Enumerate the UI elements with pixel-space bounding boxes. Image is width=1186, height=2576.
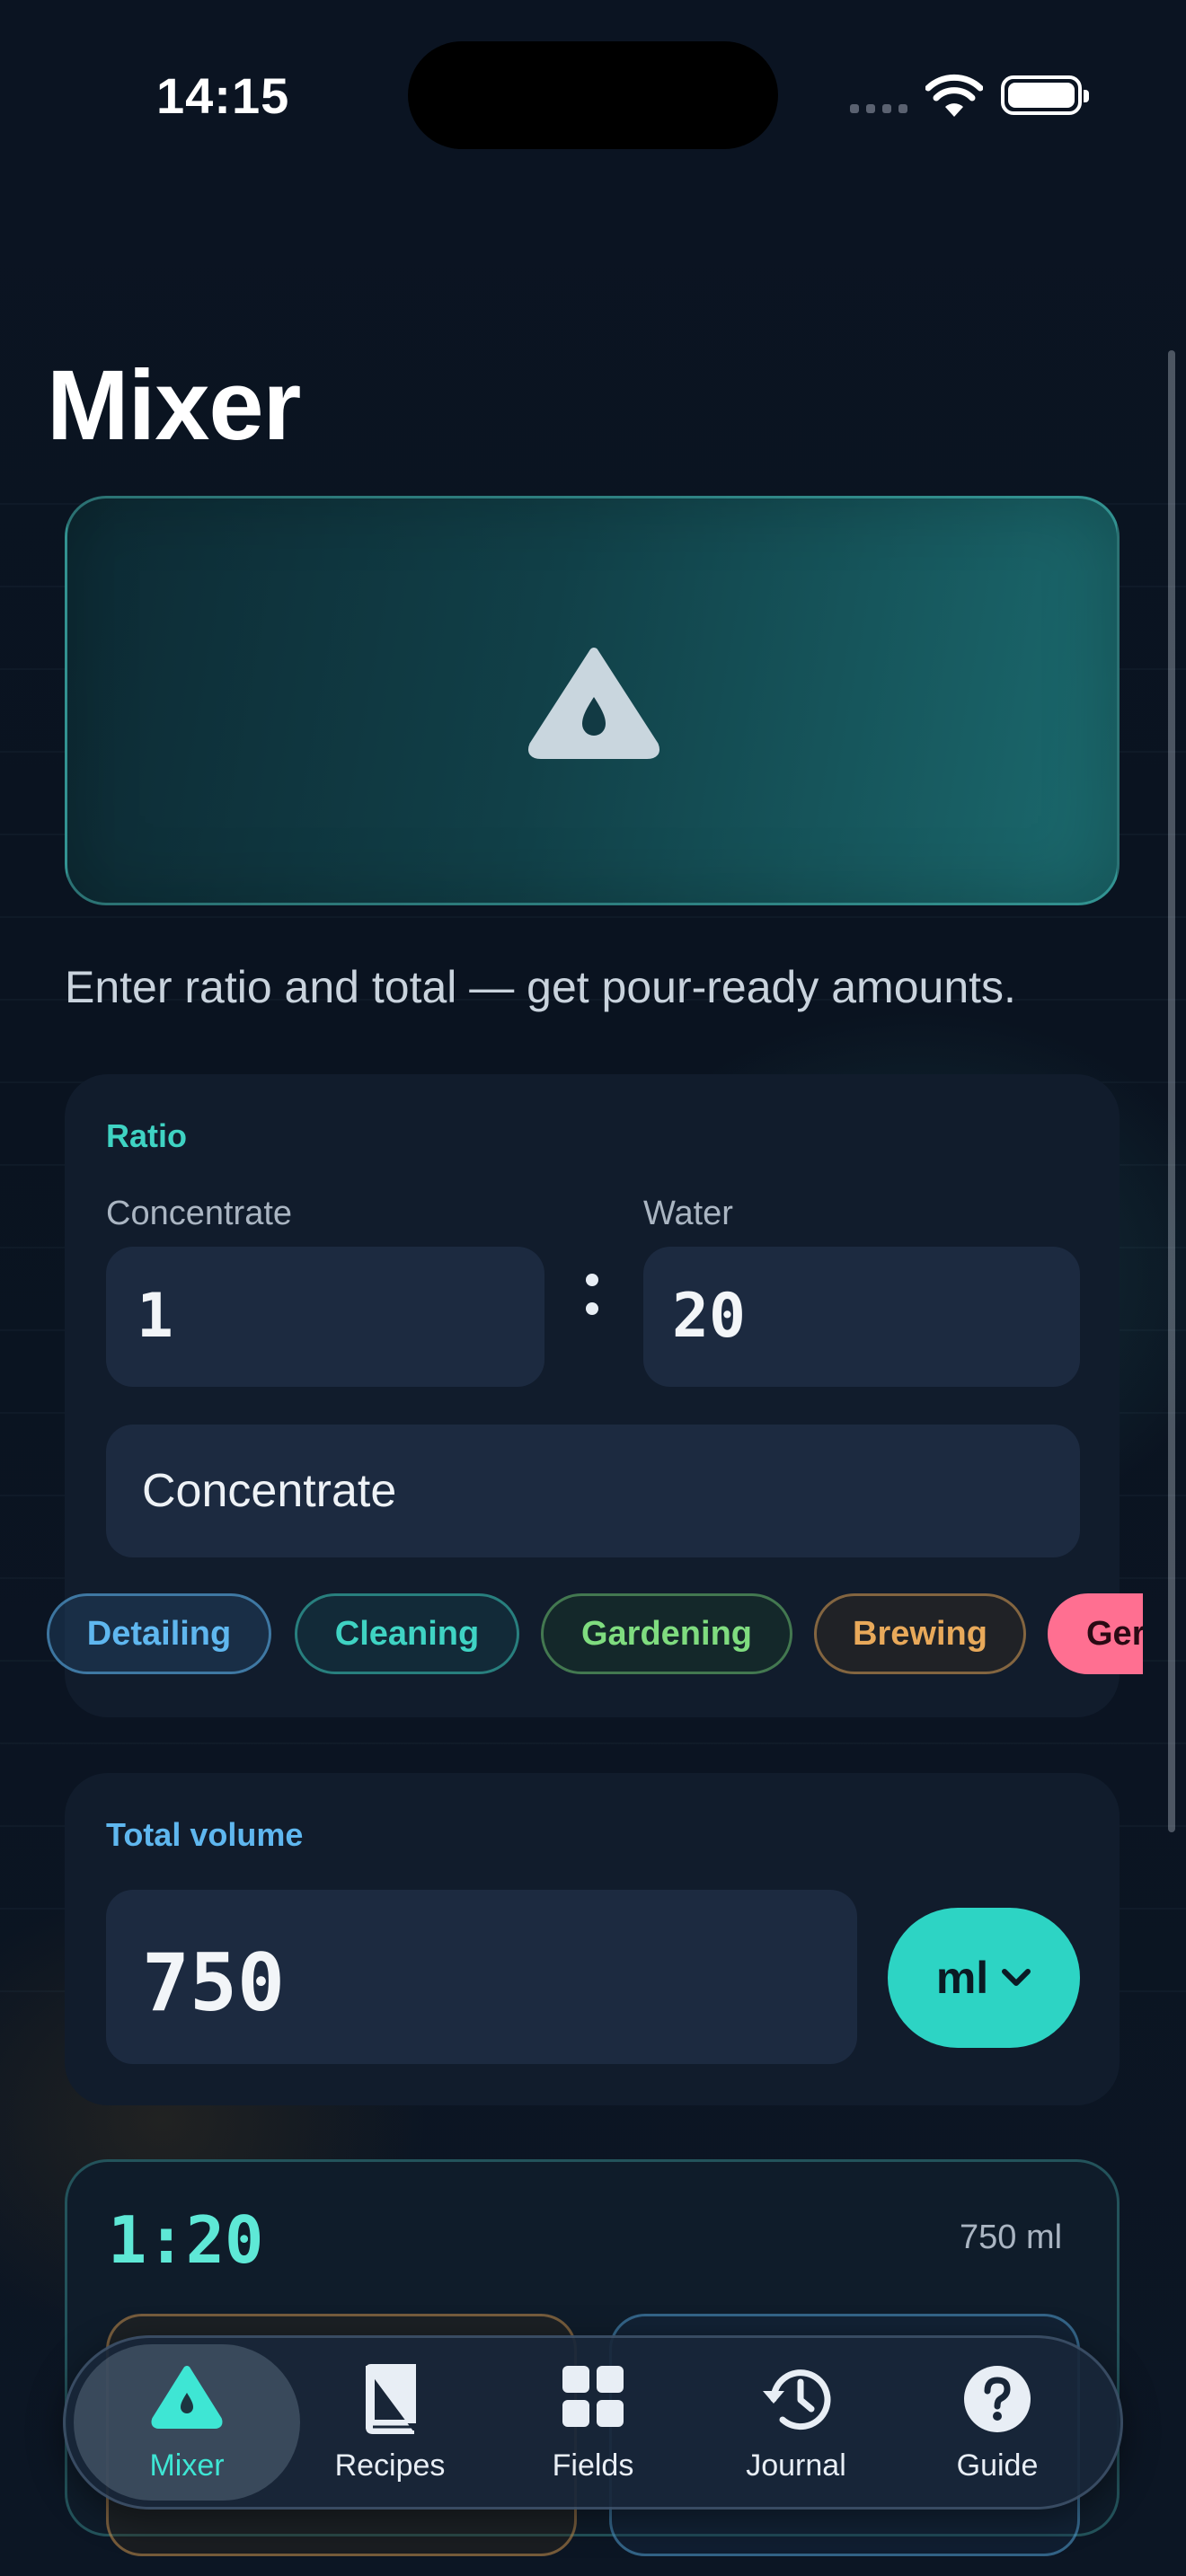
volume-value: 750 [142,1936,285,2029]
tab-mixer[interactable]: Mixer [74,2339,300,2506]
tab-fields-label: Fields [552,2448,634,2483]
result-ratio: 1:20 [108,2202,264,2278]
result-total: 750 ml [960,2219,1063,2256]
water-label: Water [643,1195,733,1232]
unit-label: ml [935,1953,989,2003]
chip-label: Ger [1086,1614,1143,1653]
help-icon [964,2366,1031,2432]
water-input[interactable]: 20 [643,1247,1080,1387]
tab-fields[interactable]: Fields [503,2339,683,2506]
battery-icon [1001,75,1089,115]
chip-label: Gardening [580,1614,753,1653]
product-name-input[interactable]: Concentrate [106,1425,1080,1557]
concentrate-label: Concentrate [106,1195,293,1232]
cellular-signal-icon [850,104,907,113]
chip-brewing[interactable]: Brewing [814,1593,1026,1674]
chip-label: Brewing [853,1614,987,1653]
drop-logo-icon [528,648,659,759]
chip-detailing[interactable]: Detailing [47,1593,271,1674]
unit-select-button[interactable]: ml [888,1908,1080,2048]
chevron-down-icon [1002,1969,1031,1986]
history-icon [763,2369,831,2430]
tab-guide[interactable]: Guide [907,2339,1087,2506]
concentrate-input[interactable]: 1 [106,1247,544,1387]
chip-label: Cleaning [334,1614,480,1653]
tab-journal[interactable]: Journal [706,2339,886,2506]
product-name-value: Concentrate [142,1465,397,1517]
volume-input[interactable]: 750 [106,1890,857,2064]
tab-journal-label: Journal [746,2448,846,2483]
category-chips: Detailing Cleaning Gardening Brewing Ger [47,1593,1143,1678]
tab-mixer-label: Mixer [149,2448,225,2483]
drop-icon [151,2366,223,2429]
page-title: Mixer [47,350,301,461]
grid-icon [562,2366,624,2427]
water-value: 20 [672,1281,746,1352]
ratio-section-label: Ratio [106,1117,187,1154]
status-time: 14:15 [156,67,290,124]
chip-gardening[interactable]: Gardening [541,1593,792,1674]
wifi-icon [925,74,983,117]
tab-recipes-label: Recipes [334,2448,446,2483]
tab-recipes[interactable]: Recipes [300,2339,480,2506]
chip-cleaning[interactable]: Cleaning [295,1593,519,1674]
dynamic-island [408,41,778,149]
ratio-colon [586,1274,598,1331]
tagline: Enter ratio and total — get pour-ready a… [65,962,1016,1012]
chip-label: Detailing [86,1614,232,1653]
scrollbar[interactable] [1168,350,1175,1832]
tab-guide-label: Guide [956,2448,1039,2483]
book-icon [365,2364,416,2434]
concentrate-value: 1 [137,1281,173,1352]
chip-general[interactable]: Ger [1048,1593,1143,1674]
volume-section-label: Total volume [106,1816,304,1853]
